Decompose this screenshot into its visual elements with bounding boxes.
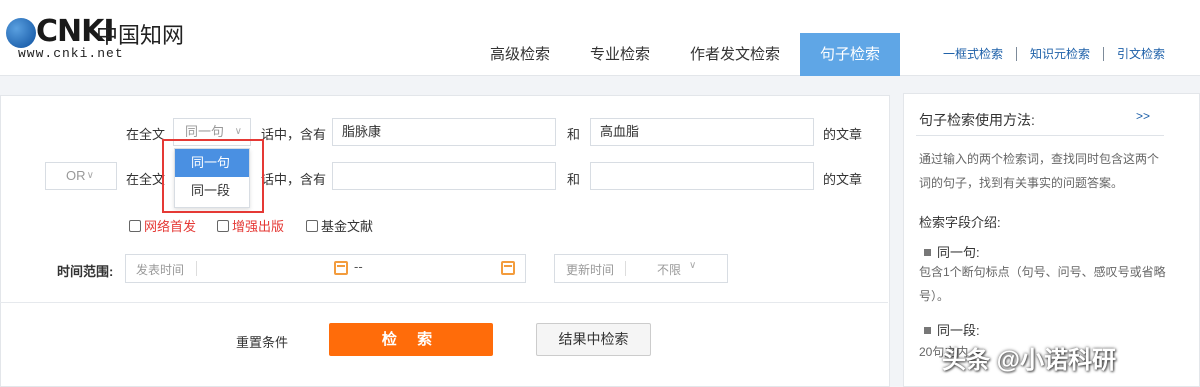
help-more-link[interactable]: >> [1136, 109, 1150, 123]
right-links: 一框式检索 知识元检索 引文检索 [930, 47, 1178, 61]
row1-term2-input[interactable]: 高血脂 [590, 118, 814, 146]
search-in-results-button[interactable]: 结果中检索 [536, 323, 651, 356]
row2-term2-input[interactable] [590, 162, 814, 190]
checkbox-enhanced-pub[interactable]: 增强出版 [217, 216, 284, 235]
date-separator: -- [354, 259, 363, 274]
row1-mid-label: 话中，含有 [261, 127, 327, 142]
row2-term1-input[interactable] [332, 162, 556, 190]
update-time-value: 不限 [657, 263, 682, 277]
scope-select-value: 同一句 [185, 124, 225, 139]
publish-date-range: 发表时间 -- [125, 254, 526, 283]
cnki-logo[interactable]: CNKI 中国知网 www.cnki.net [4, 14, 184, 64]
globe-icon [6, 18, 36, 48]
row2-suffix-label: 的文章 [823, 172, 863, 187]
calendar-icon[interactable] [334, 261, 348, 275]
checkbox-online-first[interactable]: 网络首发 [129, 216, 196, 235]
row1-term1-input[interactable]: 脂脉康 [332, 118, 556, 146]
help-fields-title: 检索字段介绍: [919, 215, 1001, 230]
reset-conditions-link[interactable]: 重置条件 [236, 332, 288, 351]
help-title: 句子检索使用方法: [919, 112, 1035, 128]
time-range-label: 时间范围: [57, 264, 114, 279]
end-date-input[interactable] [372, 255, 497, 282]
row1-suffix-label: 的文章 [823, 127, 863, 142]
link-knowledge-search[interactable]: 知识元检索 [1015, 47, 1103, 61]
row2-mid-label: 话中，含有 [261, 172, 327, 187]
logo-url: www.cnki.net [18, 46, 124, 61]
checkbox-fund-literature[interactable]: 基金文献 [306, 216, 373, 235]
checkbox-icon [129, 219, 141, 232]
calendar-icon[interactable] [501, 261, 515, 275]
help-item-title: 同一段: [924, 320, 980, 339]
row2-and-label: 和 [567, 172, 581, 187]
header: CNKI 中国知网 www.cnki.net 高级检索 专业检索 作者发文检索 … [0, 0, 1200, 76]
update-time-select[interactable]: 更新时间 不限 ∨ [554, 254, 728, 283]
help-description: 通过输入的两个检索词，查找同时包含这两个词的句子，找到有关事实的问题答案。 [919, 152, 1160, 190]
chevron-down-icon: ∨ [689, 260, 697, 271]
link-single-box-search[interactable]: 一框式检索 [930, 47, 1016, 61]
tab-sentence-search[interactable]: 句子检索 [800, 33, 901, 76]
row1-and-label: 和 [567, 127, 581, 142]
row1-prefix-label: 在全文 [126, 127, 166, 142]
tab-professional-search[interactable]: 专业检索 [570, 33, 670, 76]
checkbox-icon [217, 219, 229, 232]
logic-select-value: OR [66, 168, 86, 183]
row2-prefix-label: 在全文 [126, 172, 166, 187]
highlight-box [162, 139, 264, 213]
chevron-down-icon: ∨ [86, 170, 94, 181]
help-item-title: 同一句: [924, 242, 980, 261]
checkbox-icon [306, 219, 318, 232]
link-citation-search[interactable]: 引文检索 [1102, 47, 1178, 61]
update-time-label: 更新时间 [566, 263, 615, 277]
tab-advanced-search[interactable]: 高级检索 [470, 33, 570, 76]
search-button[interactable]: 检 索 [329, 323, 493, 356]
help-item-description: 包含1个断句标点（句号、问号、感叹号或省略号）。 [919, 265, 1166, 303]
tab-author-search[interactable]: 作者发文检索 [670, 33, 800, 76]
search-tabs: 高级检索 专业检索 作者发文检索 句子检索 [470, 33, 901, 76]
start-date-input[interactable] [198, 255, 353, 282]
watermark-text: 头条 @小诺科研 [942, 347, 1117, 374]
divider [0, 302, 888, 303]
logic-select[interactable]: OR ∨ [45, 162, 117, 190]
publish-time-placeholder: 发表时间 [136, 263, 185, 277]
